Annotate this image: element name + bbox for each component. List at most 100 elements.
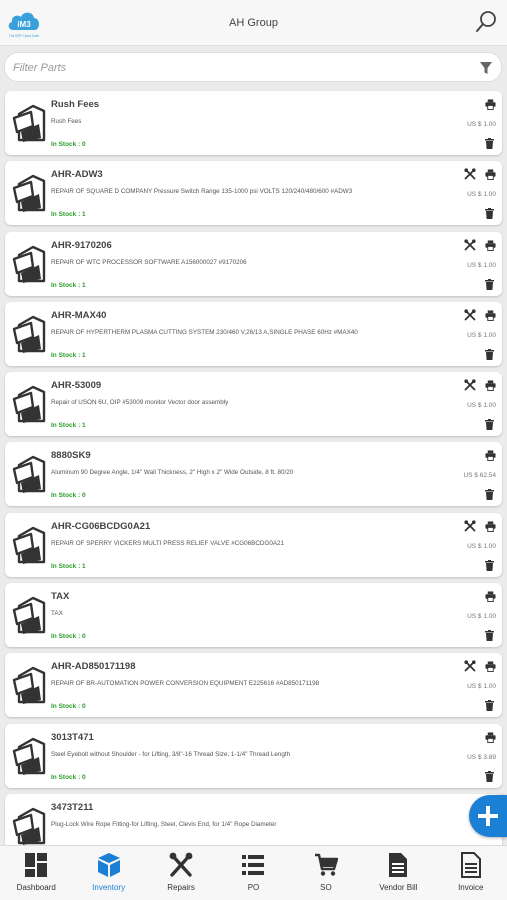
repair-tools-icon[interactable]: [464, 659, 476, 672]
part-price: US $ 1.00: [467, 261, 496, 269]
part-card[interactable]: 3013T471 Steel Eyebolt without Shoulder …: [5, 723, 502, 788]
part-name: AHR-ADW3: [51, 169, 103, 181]
trash-icon[interactable]: [485, 698, 494, 712]
page-title: AH Group: [229, 17, 278, 29]
part-box-icon: [11, 243, 47, 285]
part-name: 3473T211: [51, 801, 94, 813]
part-price: US $ 62.54: [463, 472, 496, 480]
part-box-icon: [11, 313, 47, 355]
nav-label: PO: [247, 883, 260, 892]
nav-repairs[interactable]: Repairs: [145, 846, 217, 900]
nav-invoice[interactable]: Invoice: [435, 846, 507, 900]
trash-icon[interactable]: [485, 347, 494, 360]
nav-inventory[interactable]: Inventory: [72, 846, 144, 900]
part-card[interactable]: AHR-53009 Repair of USON 6U, OIP #53009 …: [5, 372, 502, 437]
stock-status: In Stock : 1: [51, 211, 86, 219]
search-icon[interactable]: [475, 10, 499, 34]
part-price: US $ 1.00: [467, 191, 496, 199]
part-box-icon: [11, 102, 47, 144]
print-icon[interactable]: [485, 378, 496, 392]
part-price: US $ 1.00: [467, 121, 496, 128]
part-description: REPAIR OF HYPERTHERM PLASMA CUTTING SYST…: [51, 328, 358, 336]
part-card[interactable]: Rush Fees Rush Fees In Stock : 0 US $ 1.00: [5, 91, 502, 155]
nav-label: Dashboard: [16, 883, 56, 892]
bottom-nav: Dashboard Inventory Repairs PO SO Vendor…: [0, 845, 507, 900]
filter-funnel-icon[interactable]: [479, 61, 493, 75]
stock-status: In Stock : 0: [51, 492, 86, 500]
stock-status: In Stock : 0: [51, 703, 86, 711]
print-icon[interactable]: [485, 448, 496, 462]
trash-icon[interactable]: [485, 206, 494, 220]
nav-label: SO: [320, 883, 332, 892]
trash-icon[interactable]: [485, 558, 494, 571]
part-description: Steel Eyebolt without Shoulder - for Lif…: [51, 750, 291, 758]
part-price: US $ 3.89: [467, 753, 496, 761]
print-icon[interactable]: [485, 659, 496, 673]
print-icon[interactable]: [485, 308, 496, 321]
part-price: US $ 1.00: [467, 331, 496, 339]
top-bar: iM3 The ERP Cloud Suite AH Group: [0, 0, 507, 46]
nav-vendor-bill[interactable]: Vendor Bill: [362, 846, 434, 900]
stock-status: In Stock : 0: [51, 633, 86, 641]
stock-status: In Stock : 0: [51, 141, 86, 148]
part-description: TAX: [51, 610, 63, 618]
part-box-icon: [11, 594, 47, 636]
parts-list: Rush Fees Rush Fees In Stock : 0 US $ 1.00…: [5, 91, 502, 864]
repair-tools-icon[interactable]: [464, 238, 476, 250]
print-icon[interactable]: [485, 167, 496, 181]
part-price: US $ 1.00: [467, 542, 496, 550]
part-name: AHR-MAX40: [51, 309, 107, 321]
repair-tools-icon[interactable]: [464, 378, 476, 391]
repair-tools-icon[interactable]: [464, 519, 476, 532]
part-box-icon: [11, 735, 47, 777]
repair-tools-icon[interactable]: [464, 167, 476, 180]
part-card[interactable]: AHR-MAX40 REPAIR OF HYPERTHERM PLASMA CU…: [5, 301, 502, 366]
stock-status: In Stock : 1: [51, 351, 86, 359]
nav-label: Repairs: [167, 883, 195, 892]
part-description: REPAIR OF WTC PROCESSOR SOFTWARE A156000…: [51, 258, 247, 266]
nav-label: Invoice: [458, 883, 484, 892]
print-icon[interactable]: [485, 730, 496, 743]
filter-bar: [4, 52, 502, 82]
part-name: Rush Fees: [51, 99, 100, 110]
part-name: 8880SK9: [51, 450, 91, 462]
print-icon[interactable]: [485, 97, 496, 110]
part-card[interactable]: AHR-ADW3 REPAIR OF SQUARE D COMPANY Pres…: [5, 161, 502, 226]
nav-po[interactable]: PO: [217, 846, 289, 900]
nav-so[interactable]: SO: [290, 846, 362, 900]
print-icon[interactable]: [485, 589, 496, 603]
trash-icon[interactable]: [485, 769, 494, 782]
trash-icon[interactable]: [485, 628, 494, 642]
part-description: REPAIR OF SPERRY VICKERS MULTI PRESS REL…: [51, 539, 285, 547]
part-description: Repair of USON 6U, OIP #53009 monitor Ve…: [51, 399, 229, 407]
stock-status: In Stock : 1: [51, 562, 86, 570]
trash-icon[interactable]: [485, 417, 494, 431]
part-card[interactable]: AHR-9170206 REPAIR OF WTC PROCESSOR SOFT…: [5, 231, 502, 296]
part-description: REPAIR OF BR-AUTOMATION POWER CONVERSION…: [51, 680, 320, 688]
part-box-icon: [11, 664, 47, 706]
add-part-button[interactable]: [469, 795, 507, 837]
trash-icon[interactable]: [485, 277, 494, 290]
part-name: AHR-AD850171198: [51, 661, 136, 673]
part-name: TAX: [51, 591, 70, 603]
part-card[interactable]: AHR-AD850171198 REPAIR OF BR-AUTOMATION …: [5, 653, 502, 718]
print-icon[interactable]: [485, 238, 496, 251]
part-description: Aluminum 90 Degree Angle, 1/4" Wall Thic…: [51, 469, 294, 477]
trash-icon[interactable]: [485, 136, 494, 149]
part-name: 3013T471: [51, 731, 94, 743]
part-box-icon: [11, 524, 47, 566]
repair-tools-icon[interactable]: [464, 308, 476, 321]
part-price: US $ 1.00: [467, 683, 496, 691]
filter-parts-input[interactable]: [13, 59, 453, 77]
part-description: Rush Fees: [51, 118, 82, 125]
stock-status: In Stock : 1: [51, 422, 86, 430]
part-box-icon: [11, 383, 47, 425]
stock-status: In Stock : 1: [51, 281, 86, 289]
part-box-icon: [11, 172, 47, 214]
part-card[interactable]: AHR-CG06BCDG0A21 REPAIR OF SPERRY VICKER…: [5, 512, 502, 577]
part-card[interactable]: TAX TAX In Stock : 0 US $ 1.00: [5, 583, 502, 648]
part-card[interactable]: 8880SK9 Aluminum 90 Degree Angle, 1/4" W…: [5, 442, 502, 507]
nav-dashboard[interactable]: Dashboard: [0, 846, 72, 900]
print-icon[interactable]: [485, 519, 496, 532]
trash-icon[interactable]: [485, 487, 494, 501]
